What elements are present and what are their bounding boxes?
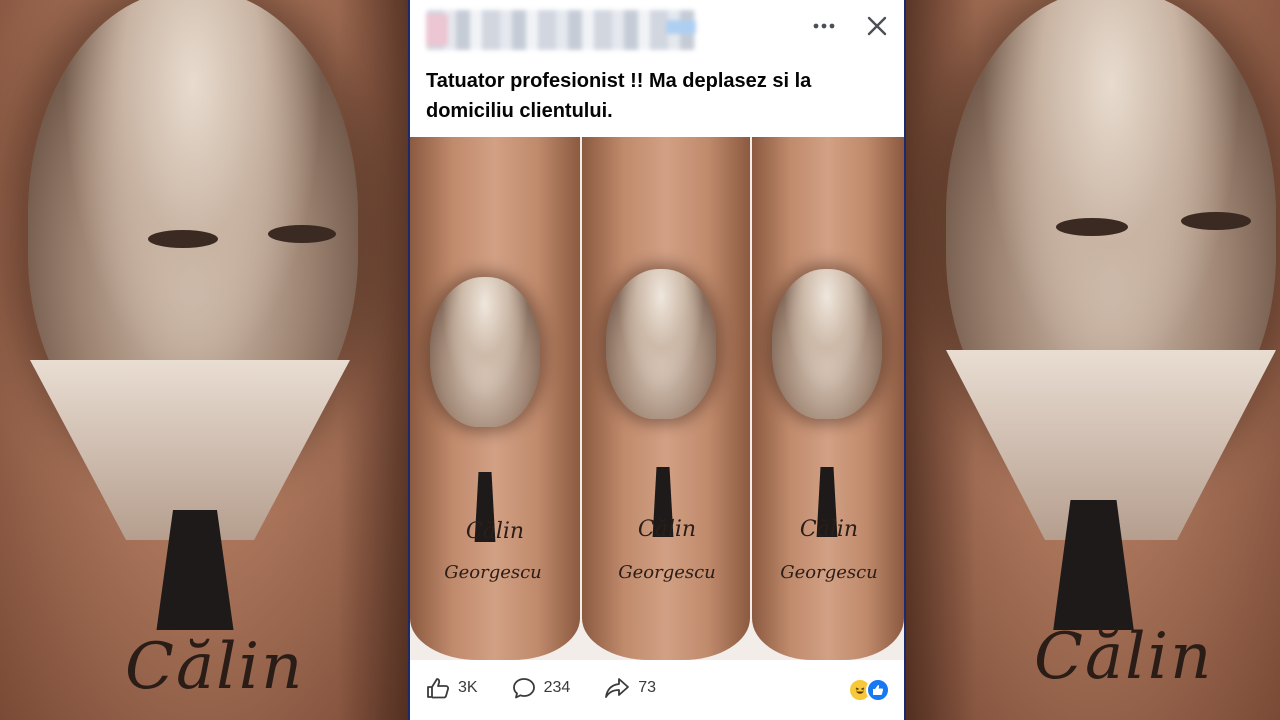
portrait-eye bbox=[268, 225, 336, 243]
post-caption: Tatuator profesionist !! Ma deplasez si … bbox=[426, 66, 888, 126]
blurred-avatar bbox=[426, 14, 448, 46]
tattoo-last-name: Georgescu bbox=[618, 562, 716, 583]
comment-button[interactable]: 234 bbox=[512, 677, 571, 699]
more-horizontal-icon bbox=[813, 23, 835, 29]
comment-bubble-icon bbox=[512, 678, 535, 699]
like-button[interactable]: 3K bbox=[426, 677, 478, 699]
close-button[interactable] bbox=[863, 12, 891, 40]
blurred-author-name bbox=[426, 10, 696, 50]
post-actions-bar: 3K 234 73 bbox=[410, 660, 904, 716]
post-header bbox=[410, 0, 904, 54]
post-caption-line: domiciliu clientului. bbox=[426, 100, 613, 122]
portrait-eye bbox=[148, 230, 218, 248]
like-count: 3K bbox=[458, 679, 478, 696]
share-count: 73 bbox=[638, 679, 657, 696]
facebook-post: Tatuator profesionist !! Ma deplasez si … bbox=[408, 0, 906, 720]
tattoo-portrait bbox=[772, 269, 882, 419]
tattoo-portrait bbox=[430, 277, 540, 427]
comment-count: 234 bbox=[543, 679, 571, 696]
post-caption-line: Tatuator profesionist !! Ma deplasez si … bbox=[426, 70, 812, 92]
background-photo-left: Călin bbox=[0, 0, 408, 720]
portrait-eye bbox=[1056, 218, 1128, 236]
tattoo-first-name: Călin bbox=[799, 517, 859, 542]
tattoo-last-name: Georgescu bbox=[780, 562, 878, 583]
tattoo-portrait bbox=[606, 269, 716, 419]
tattoo-last-name: Georgescu bbox=[444, 562, 542, 583]
more-options-button[interactable] bbox=[810, 12, 838, 40]
background-photo-right: Călin bbox=[906, 0, 1280, 720]
portrait-eye bbox=[1181, 212, 1251, 230]
tattoo-script-text: Călin bbox=[1034, 620, 1214, 694]
thumbs-up-icon bbox=[427, 678, 450, 699]
tattoo-first-name: Călin bbox=[637, 517, 697, 542]
share-button[interactable]: 73 bbox=[604, 677, 656, 699]
forearm: Călin Georgescu bbox=[752, 137, 904, 660]
close-icon bbox=[867, 16, 887, 36]
reaction-summary[interactable] bbox=[848, 678, 890, 702]
blurred-follow-link bbox=[666, 20, 696, 34]
tattoo-script-text: Călin bbox=[125, 630, 305, 704]
forearm: Călin Georgescu bbox=[410, 137, 580, 660]
like-reaction-icon bbox=[866, 678, 890, 702]
share-arrow-icon bbox=[605, 678, 630, 698]
post-photo[interactable]: Călin Georgescu Călin Georgescu Călin Ge… bbox=[410, 137, 904, 660]
tattoo-first-name: Călin bbox=[465, 519, 525, 544]
forearm: Călin Georgescu bbox=[582, 137, 750, 660]
